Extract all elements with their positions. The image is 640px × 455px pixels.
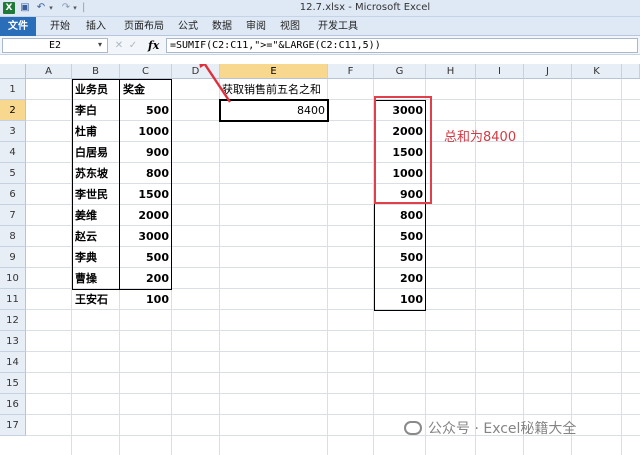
tab-review[interactable]: 审阅: [242, 17, 270, 36]
gridline: [523, 79, 524, 455]
table-row-name[interactable]: 曹操: [72, 268, 120, 289]
tab-page-layout[interactable]: 页面布局: [118, 17, 170, 36]
gridline: [327, 79, 328, 455]
column-header-i[interactable]: I: [476, 64, 524, 79]
chevron-down-icon[interactable]: ▾: [98, 40, 102, 49]
column-header-f[interactable]: F: [328, 64, 374, 79]
table-row-name[interactable]: 王安石: [72, 289, 120, 310]
arrow-line: [203, 64, 231, 103]
row-header[interactable]: 8: [0, 226, 26, 247]
row-header[interactable]: 7: [0, 205, 26, 226]
table-row-bonus[interactable]: 500: [120, 247, 172, 268]
table-row-bonus[interactable]: 1500: [120, 184, 172, 205]
tab-data[interactable]: 数据: [208, 17, 236, 36]
table-row-bonus[interactable]: 2000: [120, 205, 172, 226]
column-header-b[interactable]: B: [72, 64, 120, 79]
table-row-name[interactable]: 苏东坡: [72, 163, 120, 184]
table-row-bonus[interactable]: 100: [120, 289, 172, 310]
column-header-j[interactable]: J: [524, 64, 572, 79]
window-title: 12.7.xlsx - Microsoft Excel: [299, 2, 431, 13]
table-row-name[interactable]: 李世民: [72, 184, 120, 205]
row-header[interactable]: 13: [0, 331, 26, 352]
column-header-a[interactable]: A: [26, 64, 72, 79]
name-box[interactable]: E2: [2, 38, 108, 53]
arrow-annotation: [199, 64, 231, 103]
table-row-bonus[interactable]: 500: [120, 100, 172, 121]
row-header[interactable]: 10: [0, 268, 26, 289]
table-row-name[interactable]: 赵云: [72, 226, 120, 247]
tab-formulas[interactable]: 公式: [174, 17, 202, 36]
table-row-bonus[interactable]: 200: [120, 268, 172, 289]
table-row-name[interactable]: 李白: [72, 100, 120, 121]
row-header[interactable]: 5: [0, 163, 26, 184]
tab-insert[interactable]: 插入: [82, 17, 110, 36]
formula-bar: E2 ▾ ✕ ✓ fx =SUMIF(C2:C11,">="&LARGE(C2:…: [0, 36, 640, 55]
sorted-value-cell[interactable]: 100: [374, 289, 426, 310]
formula-input[interactable]: =SUMIF(C2:C11,">="&LARGE(C2:C11,5)): [166, 38, 638, 53]
title-bar: X ▣ ↶ ▾ ↷ ▾ | 12.7.xlsx - Microsoft Exce…: [0, 0, 640, 17]
row-header[interactable]: 2: [0, 100, 26, 121]
worksheet-grid[interactable]: A B C D E F G H I J K 1 2 3 4 5 6 7 8 9 …: [0, 64, 640, 455]
table-row-name[interactable]: 白居易: [72, 142, 120, 163]
result-label-cell[interactable]: 获取销售前五名之和: [222, 79, 342, 100]
table-row-name[interactable]: 姜维: [72, 205, 120, 226]
gridline: [621, 79, 622, 455]
sorted-value-cell[interactable]: 500: [374, 247, 426, 268]
tab-view[interactable]: 视图: [276, 17, 304, 36]
row-header[interactable]: 3: [0, 121, 26, 142]
row-header[interactable]: 17: [0, 415, 26, 436]
select-all-button[interactable]: [0, 64, 26, 79]
table-row-bonus[interactable]: 3000: [120, 226, 172, 247]
column-header-next[interactable]: [622, 64, 640, 79]
row-header[interactable]: 1: [0, 79, 26, 100]
column-header-c[interactable]: C: [120, 64, 172, 79]
row-header[interactable]: 11: [0, 289, 26, 310]
header-cell-bonus[interactable]: 奖金: [120, 79, 172, 100]
sorted-value-cell[interactable]: 200: [374, 268, 426, 289]
row-header[interactable]: 4: [0, 142, 26, 163]
table-row-bonus[interactable]: 800: [120, 163, 172, 184]
cancel-icon[interactable]: ✕: [112, 38, 126, 53]
tab-file[interactable]: 文件: [0, 17, 36, 36]
insert-function-icon[interactable]: fx: [148, 38, 162, 53]
row-header[interactable]: 15: [0, 373, 26, 394]
sum-annotation: 总和为8400: [444, 130, 517, 145]
table-row-bonus[interactable]: 900: [120, 142, 172, 163]
tab-developer[interactable]: 开发工具: [312, 17, 364, 36]
row-header[interactable]: 14: [0, 352, 26, 373]
gridline: [571, 79, 572, 455]
row-header[interactable]: 12: [0, 310, 26, 331]
sorted-value-cell[interactable]: 500: [374, 226, 426, 247]
row-header[interactable]: 16: [0, 394, 26, 415]
row-header[interactable]: 9: [0, 247, 26, 268]
ribbon-tabs: 文件 开始 插入 页面布局 公式 数据 审阅 视图 开发工具: [0, 17, 640, 36]
table-row-name[interactable]: 李典: [72, 247, 120, 268]
column-header-h[interactable]: H: [426, 64, 476, 79]
confirm-icon[interactable]: ✓: [126, 38, 140, 53]
top-five-highlight: [374, 96, 432, 204]
wechat-icon: [404, 421, 422, 435]
tab-home[interactable]: 开始: [46, 17, 74, 36]
header-cell-salesperson[interactable]: 业务员: [72, 79, 120, 100]
table-row-name[interactable]: 杜甫: [72, 121, 120, 142]
watermark: 公众号 · Excel秘籍大全: [428, 421, 577, 437]
table-row-bonus[interactable]: 1000: [120, 121, 172, 142]
column-header-k[interactable]: K: [572, 64, 622, 79]
sorted-value-cell[interactable]: 800: [374, 205, 426, 226]
row-header[interactable]: 6: [0, 184, 26, 205]
column-header-g[interactable]: G: [374, 64, 426, 79]
gridline: [219, 79, 220, 455]
